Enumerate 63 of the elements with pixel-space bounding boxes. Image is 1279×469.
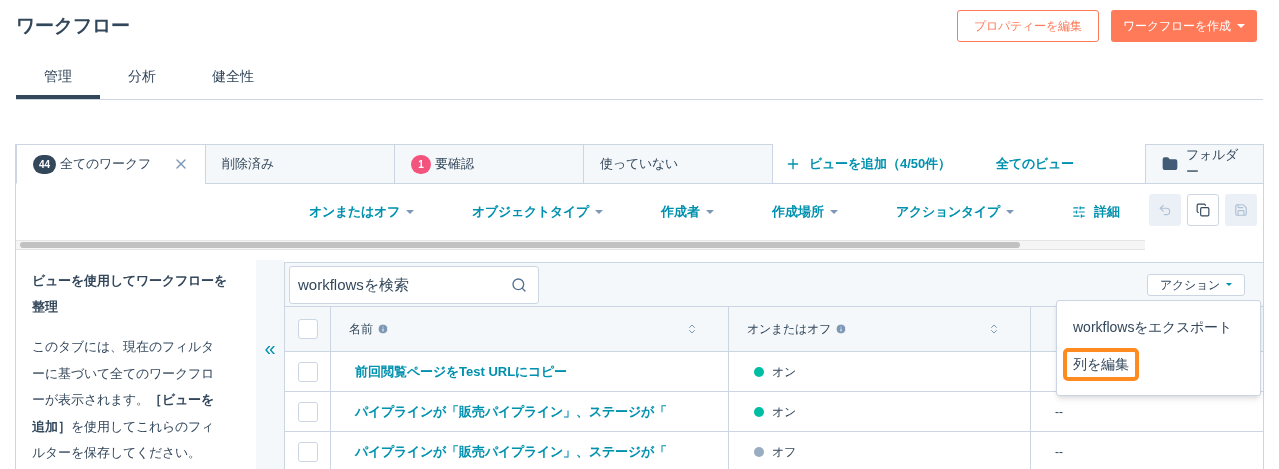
- collapse-button[interactable]: «: [264, 336, 276, 360]
- caret-icon: [1006, 210, 1014, 214]
- sidebar-heading: ビューを使用してワークフローを整理: [32, 272, 228, 316]
- count-badge: 44: [33, 154, 57, 174]
- nav-tab[interactable]: 分析: [100, 58, 184, 99]
- filter-dropdown[interactable]: 作成場所: [772, 202, 838, 222]
- row-checkbox[interactable]: [297, 401, 318, 422]
- view-tab[interactable]: 使っていない: [583, 144, 773, 184]
- tab-label: 要確認: [435, 155, 474, 174]
- menu-item[interactable]: workflowsをエクスポート: [1065, 313, 1241, 342]
- workflow-link[interactable]: 前回閲覧ページをTest URLにコピー: [355, 361, 568, 382]
- search-icon: [511, 276, 527, 293]
- page-title: ワークフロー: [16, 14, 130, 38]
- workflow-link[interactable]: パイプラインが「販売パイプライン」、ステージが「: [355, 441, 667, 462]
- filter-dropdown[interactable]: 作成者: [661, 202, 714, 222]
- tab-label: 使っていない: [600, 155, 678, 174]
- view-tab[interactable]: 44 全てのワークフ: [16, 144, 206, 184]
- folder-button[interactable]: フォルダー: [1145, 143, 1263, 184]
- scrollbar-thumb[interactable]: [20, 242, 1020, 248]
- clone-button[interactable]: [1187, 194, 1219, 226]
- caret-icon: [1226, 283, 1232, 286]
- sort-icon[interactable]: [686, 323, 698, 335]
- sliders-icon: [1072, 205, 1086, 219]
- create-workflow-button[interactable]: ワークフローを作成: [1111, 10, 1257, 42]
- status-text: オン: [772, 403, 796, 421]
- search-field[interactable]: workflowsを検索: [289, 265, 539, 304]
- edit-properties-button[interactable]: プロパティーを編集: [957, 10, 1099, 42]
- caret-icon: [706, 210, 714, 214]
- all-views-link[interactable]: 全てのビュー: [996, 153, 1075, 174]
- table-cell-text: --: [1055, 403, 1063, 421]
- workflow-link[interactable]: パイプラインが「販売パイプライン」、ステージが「: [355, 401, 667, 422]
- caret-icon: [830, 210, 838, 214]
- select-all-checkbox[interactable]: [297, 319, 318, 339]
- save-icon: [1234, 203, 1248, 217]
- nav-tab[interactable]: 健全性: [184, 58, 282, 99]
- filter-dropdown[interactable]: オンまたはオフ: [309, 202, 414, 222]
- add-view-link[interactable]: ビューを追加（4/50件）: [785, 153, 952, 174]
- view-tab[interactable]: 1 要確認: [394, 144, 584, 184]
- folder-icon: [1162, 155, 1178, 172]
- row-checkbox[interactable]: [297, 441, 318, 462]
- status-text: オフ: [772, 443, 796, 461]
- actions-button[interactable]: アクション: [1147, 273, 1245, 296]
- undo-icon: [1158, 203, 1172, 217]
- caret-icon: [595, 210, 603, 214]
- sidebar-text: このタブには、現在のフィルターに基づいて全てのワークフローが表示されます。［ビューを追加］を使用してこれらのフィルターを保存してください。: [32, 338, 215, 462]
- caret-icon: [406, 210, 414, 214]
- view-tab[interactable]: 削除済み: [205, 144, 395, 184]
- count-badge: 1: [411, 154, 431, 174]
- nav-tab[interactable]: 管理: [16, 58, 100, 99]
- table-cell-text: --: [1055, 443, 1063, 461]
- copy-icon: [1196, 203, 1210, 217]
- filter-dropdown[interactable]: アクションタイプ: [896, 202, 1014, 222]
- column-header[interactable]: オンまたはオフ: [729, 307, 1031, 351]
- filter-dropdown[interactable]: オブジェクトタイプ: [472, 202, 603, 222]
- menu-item[interactable]: 列を編集: [1065, 350, 1137, 379]
- column-header[interactable]: 名前: [331, 307, 729, 351]
- status-text: オン: [772, 363, 796, 381]
- tab-label: 全てのワークフ: [60, 155, 152, 174]
- advanced-filter-button[interactable]: 詳細: [1072, 202, 1120, 222]
- sort-icon[interactable]: [988, 323, 1000, 335]
- tab-label: 削除済み: [222, 155, 274, 174]
- row-checkbox[interactable]: [297, 361, 318, 382]
- caret-icon: [1237, 24, 1245, 28]
